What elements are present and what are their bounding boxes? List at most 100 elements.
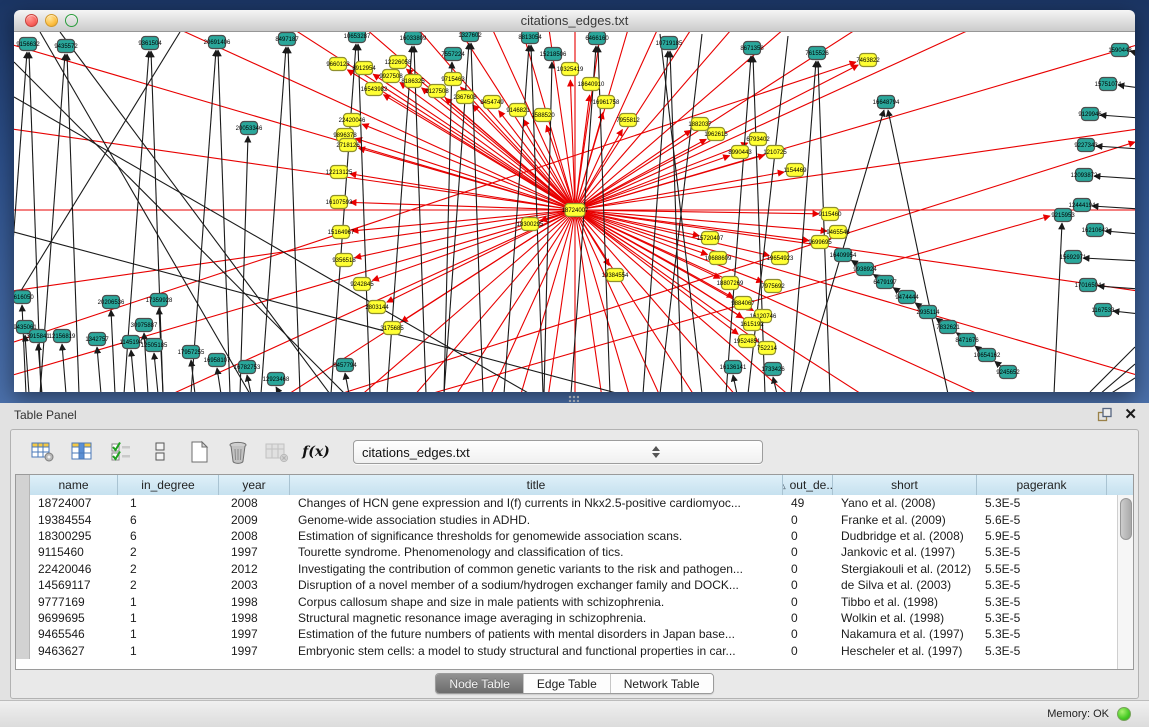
graph-node[interactable]: 7615526 — [805, 47, 829, 60]
minimize-window-button[interactable] — [45, 14, 58, 27]
column-header-name[interactable]: name — [30, 475, 118, 495]
graph-node[interactable]: 9474444 — [895, 291, 919, 304]
vertical-scrollbar[interactable] — [1117, 495, 1133, 669]
graph-node[interactable]: 12923468 — [263, 373, 290, 386]
graph-node[interactable]: 8497187 — [275, 33, 299, 46]
graph-node[interactable]: 18807269 — [717, 277, 744, 290]
graph-node[interactable]: 30975887 — [131, 319, 158, 332]
graph-node[interactable]: 16648794 — [873, 96, 900, 109]
column-header-title[interactable]: title — [290, 475, 783, 495]
graph-node[interactable]: 9361504 — [138, 37, 162, 50]
graph-node[interactable]: 1210725 — [763, 146, 787, 159]
graph-node[interactable]: 2803144 — [365, 301, 389, 314]
graph-node[interactable]: 12156819 — [49, 330, 76, 343]
graph-node[interactable]: 9465546 — [826, 226, 850, 239]
network-view[interactable]: 9156632943557293615042069140684971871065… — [14, 32, 1135, 392]
graph-node[interactable]: 9435572 — [54, 40, 78, 53]
graph-node[interactable]: 3915841 — [26, 330, 50, 343]
graph-node[interactable]: 2718126 — [336, 139, 360, 152]
table-row[interactable]: 946362711997Embryonic stem cells: a mode… — [16, 643, 1118, 659]
graph-node[interactable]: 9156632 — [16, 38, 40, 51]
network-window[interactable]: citations_edges.txt 9156632 9435572 936150… — [14, 10, 1135, 392]
create-table-icon[interactable] — [185, 438, 213, 466]
graph-node[interactable]: 16107593 — [326, 196, 353, 209]
table-row[interactable]: 1872400712008Changes of HCN gene express… — [16, 495, 1118, 511]
graph-node[interactable]: 16210643 — [1082, 224, 1109, 237]
graph-node[interactable]: 1962615 — [704, 128, 728, 141]
graph-node[interactable]: 1167533 — [1092, 304, 1116, 317]
graph-node[interactable]: 8813054 — [518, 32, 542, 44]
graph-node[interactable]: 20053346 — [236, 122, 263, 135]
graph-node[interactable]: 15720407 — [697, 232, 724, 245]
table-row[interactable]: 1456911722003Disruption of a novel membe… — [16, 577, 1118, 593]
graph-node[interactable]: 10325419 — [557, 63, 584, 76]
tab-network-table[interactable]: Network Table — [610, 674, 713, 693]
graph-node[interactable]: 12226058 — [385, 56, 412, 69]
graph-node[interactable]: 17957255 — [178, 346, 205, 359]
graph-node[interactable]: 7557224 — [441, 48, 465, 61]
column-header-short[interactable]: short — [833, 475, 977, 495]
graph-node[interactable]: 2935114 — [917, 306, 941, 319]
column-header-in_degree[interactable]: in_degree — [118, 475, 219, 495]
select-columns-icon[interactable] — [68, 438, 96, 466]
column-header-out_degree[interactable]: △out_de... — [783, 475, 833, 495]
graph-node[interactable]: 10688609 — [705, 252, 732, 265]
graph-node[interactable]: 15692971 — [1060, 251, 1087, 264]
graph-node[interactable]: 9129946 — [1078, 108, 1102, 121]
graph-node[interactable]: 17016504 — [1075, 279, 1102, 292]
graph-node[interactable]: 2616050 — [14, 291, 34, 304]
table-row[interactable]: 2242004622012Investigating the contribut… — [16, 561, 1118, 577]
close-panel-icon[interactable]: ✕ — [1124, 407, 1137, 422]
scrollbar-thumb[interactable] — [1120, 498, 1132, 540]
table-row[interactable]: 1938455462009Genome-wide association stu… — [16, 511, 1118, 527]
graph-node[interactable]: 9146821 — [506, 104, 530, 117]
column-header-year[interactable]: year — [219, 475, 290, 495]
graph-node[interactable]: 1615192 — [740, 318, 764, 331]
graph-node[interactable]: 9699695 — [808, 236, 832, 249]
table-row[interactable]: 1830029562008Estimation of significance … — [16, 528, 1118, 544]
tab-edge-table[interactable]: Edge Table — [523, 674, 610, 693]
graph-node[interactable]: 1327602 — [458, 32, 482, 42]
table-row[interactable]: 969969511998Structural magnetic resonanc… — [16, 610, 1118, 626]
graph-node[interactable]: 9884067 — [731, 297, 755, 310]
graph-node[interactable]: 15751074 — [1095, 78, 1122, 91]
graph-node[interactable]: 1590448 — [1108, 44, 1132, 57]
graph-node[interactable]: 12213125 — [326, 166, 353, 179]
table-body[interactable]: 1872400712008Changes of HCN gene express… — [16, 495, 1118, 669]
graph-node[interactable]: 10653287 — [344, 32, 371, 43]
delete-table-icon[interactable] — [224, 438, 252, 466]
graph-node[interactable]: 19654923 — [767, 252, 794, 265]
function-builder-icon[interactable]: f(x) — [302, 438, 330, 466]
float-panel-icon[interactable] — [1097, 407, 1112, 422]
graph-node[interactable]: 7832621 — [936, 321, 960, 334]
graph-node[interactable]: 17359928 — [146, 294, 173, 307]
graph-node[interactable]: 9457794 — [333, 359, 357, 372]
graph-node[interactable]: 8471676 — [955, 334, 979, 347]
splitter-handle[interactable] — [568, 395, 579, 402]
table-row[interactable]: 946554611997Estimation of the future num… — [16, 626, 1118, 642]
graph-node[interactable]: 16782753 — [234, 361, 261, 374]
graph-node[interactable]: 9938924 — [853, 263, 877, 276]
graph-node[interactable]: 9356518 — [332, 254, 356, 267]
network-window-titlebar[interactable]: citations_edges.txt — [14, 10, 1135, 32]
graph-node[interactable]: 7955812 — [616, 114, 640, 127]
graph-node[interactable]: 18724007 — [562, 204, 589, 217]
graph-node[interactable]: 2367608 — [453, 91, 477, 104]
graph-node[interactable]: 22420046 — [339, 114, 366, 127]
graph-node[interactable]: 9115460 — [819, 208, 843, 221]
graph-node[interactable]: 3175685 — [380, 322, 404, 335]
graph-node[interactable]: 6479197 — [873, 276, 897, 289]
close-window-button[interactable] — [25, 14, 38, 27]
graph-node[interactable]: 6793402 — [746, 133, 770, 146]
graph-node[interactable]: 8671358 — [740, 42, 764, 55]
graph-node[interactable]: 16961758 — [593, 96, 620, 109]
graph-node[interactable]: 16543982 — [361, 83, 388, 96]
graph-node[interactable]: 16136141 — [720, 361, 747, 374]
graph-node[interactable]: 9715463 — [441, 73, 465, 86]
toggle-columns-icon[interactable] — [107, 438, 135, 466]
graph-node[interactable]: 9660123 — [326, 58, 350, 71]
graph-node[interactable]: 12093872 — [1071, 169, 1098, 182]
table-select-dropdown[interactable]: citations_edges.txt — [353, 440, 763, 464]
row-height-icon[interactable] — [146, 438, 174, 466]
graph-node[interactable]: 18640910 — [578, 78, 605, 91]
